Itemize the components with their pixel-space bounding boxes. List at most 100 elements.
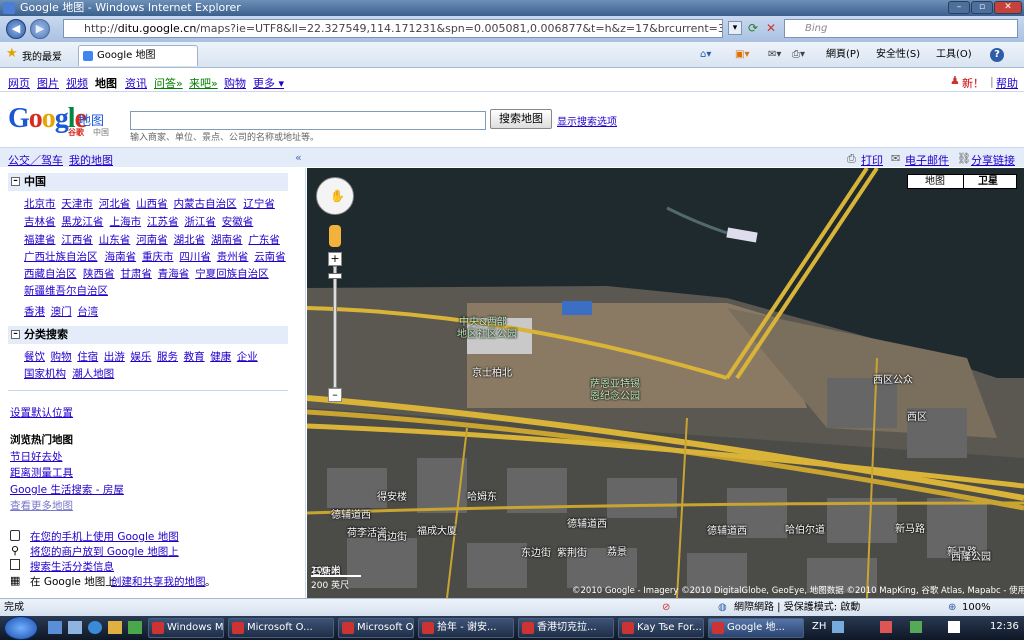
zoom-level[interactable]: 100% bbox=[962, 599, 991, 616]
nav-web[interactable]: 网页 bbox=[8, 75, 30, 91]
tray-security-icon[interactable] bbox=[948, 621, 960, 633]
province-link[interactable]: 广西壮族自治区 bbox=[24, 249, 98, 264]
home-icon[interactable]: ⌂▾ bbox=[700, 48, 711, 62]
minimize-button[interactable]: – bbox=[948, 1, 970, 14]
province-link[interactable]: 安徽省 bbox=[222, 214, 254, 229]
collapse-box-icon[interactable]: – bbox=[11, 330, 20, 339]
tray-volume-icon[interactable] bbox=[910, 621, 922, 633]
bing-search-input[interactable]: Bing bbox=[784, 19, 1018, 38]
business-link[interactable]: 将您的商户放到 Google 地图上 bbox=[30, 544, 179, 559]
safety-menu[interactable]: 安全性(S) bbox=[876, 48, 920, 62]
province-link[interactable]: 湖北省 bbox=[174, 232, 206, 247]
maximize-button[interactable]: ▫ bbox=[971, 1, 993, 14]
province-link[interactable]: 广东省 bbox=[248, 232, 280, 247]
pegman-icon[interactable] bbox=[329, 225, 341, 247]
province-link[interactable]: 四川省 bbox=[179, 249, 211, 264]
category-link[interactable]: 企业 bbox=[237, 349, 258, 364]
china-header[interactable]: – 中国 bbox=[8, 173, 288, 191]
taskbar-button[interactable]: 香港切克拉... bbox=[518, 618, 614, 638]
help-link[interactable]: 帮助 bbox=[996, 75, 1018, 91]
share-link[interactable]: 分享链接 bbox=[971, 152, 1015, 168]
zoom-handle[interactable] bbox=[328, 273, 342, 279]
quicklaunch-folder-icon[interactable] bbox=[108, 621, 122, 634]
dropdown-icon[interactable]: ▾ bbox=[728, 21, 742, 35]
tray-app-icon[interactable] bbox=[880, 621, 892, 633]
pan-control[interactable]: ✋ bbox=[316, 177, 354, 215]
tools-menu[interactable]: 工具(O) bbox=[936, 48, 972, 62]
province-link[interactable]: 浙江省 bbox=[184, 214, 216, 229]
province-link[interactable]: 河北省 bbox=[99, 196, 131, 211]
zoom-out-button[interactable]: – bbox=[328, 388, 342, 402]
province-link[interactable]: 香港 bbox=[24, 304, 45, 319]
zoom-in-button[interactable]: + bbox=[328, 252, 342, 266]
province-link[interactable]: 宁夏回族自治区 bbox=[195, 266, 269, 281]
province-link[interactable]: 山西省 bbox=[136, 196, 168, 211]
print-icon[interactable]: ⎙▾ bbox=[792, 48, 805, 62]
star-icon[interactable]: ★ bbox=[6, 47, 18, 61]
nav-shopping[interactable]: 购物 bbox=[224, 75, 246, 91]
tray-network-icon[interactable] bbox=[832, 621, 844, 633]
province-link[interactable]: 青海省 bbox=[158, 266, 190, 281]
province-link[interactable]: 湖南省 bbox=[211, 232, 243, 247]
hot-link-festival[interactable]: 节日好去处 bbox=[10, 449, 63, 464]
nav-news[interactable]: 资讯 bbox=[125, 75, 147, 91]
start-button[interactable] bbox=[4, 616, 38, 640]
collapse-icon[interactable]: « bbox=[295, 151, 302, 164]
category-link[interactable]: 出游 bbox=[104, 349, 125, 364]
quicklaunch-desktop-icon[interactable] bbox=[48, 621, 62, 634]
stop-icon[interactable]: ✕ bbox=[763, 21, 779, 35]
mail-icon[interactable]: ✉▾ bbox=[768, 48, 781, 62]
nav-answers[interactable]: 问答» bbox=[154, 75, 183, 91]
show-options-link[interactable]: 显示搜索选项 bbox=[557, 113, 617, 128]
province-link[interactable]: 吉林省 bbox=[24, 214, 56, 229]
nav-laiba[interactable]: 来吧» bbox=[189, 75, 218, 91]
province-link[interactable]: 贵州省 bbox=[217, 249, 249, 264]
province-link[interactable]: 内蒙古自治区 bbox=[174, 196, 237, 211]
province-link[interactable]: 辽宁省 bbox=[243, 196, 275, 211]
category-link[interactable]: 国家机构 bbox=[24, 366, 66, 381]
province-link[interactable]: 河南省 bbox=[136, 232, 168, 247]
search-input[interactable] bbox=[130, 111, 486, 130]
clock[interactable]: 12:36 bbox=[990, 621, 1019, 632]
quicklaunch-switch-icon[interactable] bbox=[68, 621, 82, 634]
hot-link-housing[interactable]: Google 生活搜索 - 房屋 bbox=[10, 482, 124, 497]
province-link[interactable]: 台湾 bbox=[77, 304, 98, 319]
search-button[interactable]: 搜索地图 bbox=[490, 109, 552, 129]
taskbar-button[interactable]: Windows M... bbox=[148, 618, 224, 638]
nav-more[interactable]: 更多 ▾ bbox=[253, 75, 284, 91]
province-link[interactable]: 上海市 bbox=[110, 214, 142, 229]
category-link[interactable]: 潮人地图 bbox=[72, 366, 114, 381]
map-type-button[interactable]: 地图 bbox=[925, 175, 945, 189]
mymaps-link[interactable]: 我的地图 bbox=[69, 152, 113, 168]
category-link[interactable]: 购物 bbox=[51, 349, 72, 364]
category-link[interactable]: 服务 bbox=[157, 349, 178, 364]
category-link[interactable]: 娱乐 bbox=[130, 349, 151, 364]
province-link[interactable]: 天津市 bbox=[61, 196, 93, 211]
close-button[interactable]: ✕ bbox=[994, 1, 1022, 14]
hot-link-distance[interactable]: 距离测量工具 bbox=[10, 465, 73, 480]
taskbar-button[interactable]: Google 地... bbox=[708, 618, 804, 638]
transit-link[interactable]: 公交／驾车 bbox=[8, 152, 63, 168]
refresh-icon[interactable]: ⟳ bbox=[745, 21, 761, 35]
language-indicator[interactable]: ZH bbox=[812, 621, 826, 632]
hot-link-more[interactable]: 查看更多地图 bbox=[10, 498, 73, 513]
taskbar-button[interactable]: Microsoft O... bbox=[338, 618, 414, 638]
province-link[interactable]: 西藏自治区 bbox=[24, 266, 77, 281]
province-link[interactable]: 澳门 bbox=[51, 304, 72, 319]
collapse-box-icon[interactable]: – bbox=[11, 177, 20, 186]
category-link[interactable]: 健康 bbox=[210, 349, 231, 364]
province-link[interactable]: 山东省 bbox=[99, 232, 131, 247]
create-mymap-link[interactable]: 创建和共享我的地图 bbox=[111, 574, 206, 589]
province-link[interactable]: 福建省 bbox=[24, 232, 56, 247]
nav-video[interactable]: 视频 bbox=[66, 75, 88, 91]
zoom-slider[interactable] bbox=[333, 266, 337, 388]
popup-icon[interactable]: ⊘ bbox=[662, 599, 670, 616]
quicklaunch-media-icon[interactable] bbox=[128, 621, 142, 634]
print-link[interactable]: 打印 bbox=[861, 152, 883, 168]
feed-icon[interactable]: ▣▾ bbox=[735, 48, 749, 62]
province-link[interactable]: 陕西省 bbox=[83, 266, 115, 281]
category-link[interactable]: 住宿 bbox=[77, 349, 98, 364]
province-link[interactable]: 江苏省 bbox=[147, 214, 179, 229]
browser-tab[interactable]: Google 地图 bbox=[78, 45, 198, 66]
taskbar-button[interactable]: Kay Tse For... bbox=[618, 618, 704, 638]
